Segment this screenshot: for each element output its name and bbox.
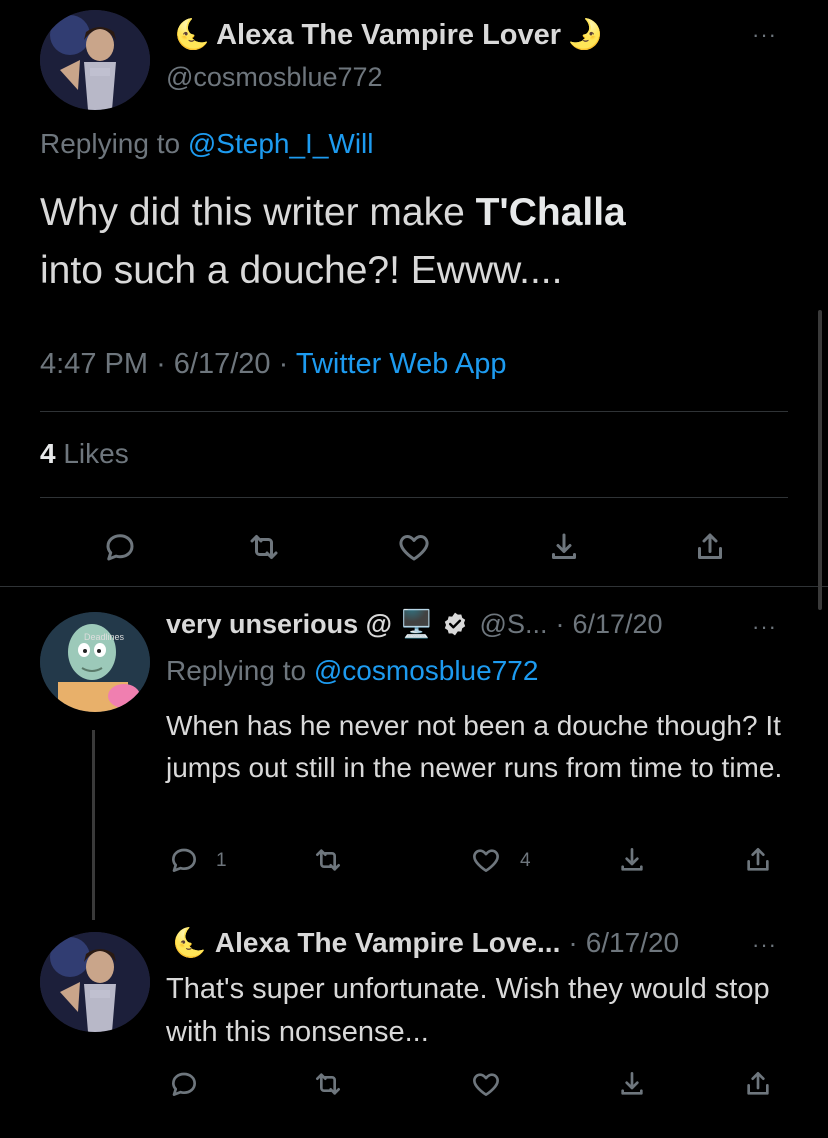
replying-to-label: Replying to (40, 128, 181, 159)
like-count: 4 (520, 850, 531, 871)
author-name-text: Alexa The Vampire Lover (216, 18, 562, 51)
author-name[interactable]: 🌜 Alexa The Vampire Lover 🌛 (174, 18, 603, 52)
tweet-date[interactable]: 6/17/20 (174, 348, 271, 380)
author-name[interactable]: very unserious @ 🖥️ @S... · 6/17/20 (166, 608, 663, 640)
divider (40, 497, 788, 498)
likes-label: Likes (63, 438, 129, 469)
verified-icon (442, 611, 468, 637)
tweet-text-part1: Why did this writer make (40, 191, 476, 234)
avatar-label: Deadlines (84, 632, 125, 642)
replying-to: Replying to @Steph_I_Will (40, 128, 373, 160)
retweet-icon[interactable] (310, 1066, 346, 1102)
tweet-date[interactable]: 6/17/20 (572, 609, 662, 640)
tweet-time[interactable]: 4:47 PM (40, 348, 148, 380)
more-icon[interactable]: ··· (752, 22, 777, 48)
reply-icon[interactable] (166, 842, 202, 878)
author-name-text: very unserious @ (166, 608, 392, 639)
more-icon[interactable]: ··· (752, 614, 777, 640)
meta-separator: · (568, 926, 578, 958)
tweet-date[interactable]: 6/17/20 (586, 927, 679, 959)
divider (40, 411, 788, 412)
share-icon[interactable] (690, 527, 730, 567)
divider (0, 586, 828, 587)
tweet-meta: 4:47 PM · 6/17/20 · Twitter Web App (40, 348, 506, 381)
crescent-moon-icon: 🌜 (174, 19, 211, 51)
bookmark-icon[interactable] (614, 842, 650, 878)
avatar[interactable] (40, 932, 150, 1032)
bookmark-icon[interactable] (614, 1066, 650, 1102)
replying-to: Replying to @cosmosblue772 (166, 655, 538, 687)
tweet-source[interactable]: Twitter Web App (296, 348, 507, 380)
share-icon[interactable] (740, 842, 776, 878)
tweet-text: Why did this writer make T'Challa into s… (40, 184, 800, 300)
avatar[interactable] (40, 612, 150, 712)
share-icon[interactable] (740, 1066, 776, 1102)
reply-text: When has he never not been a douche thou… (166, 710, 783, 783)
avatar[interactable] (40, 10, 150, 110)
retweet-icon[interactable] (310, 842, 346, 878)
tweet-text-bold[interactable]: T'Challa (476, 191, 626, 234)
reply-icon[interactable] (100, 527, 140, 567)
tweet-text-part2: into such a douche?! Ewww.... (40, 249, 563, 292)
thread-line (92, 730, 95, 920)
like-icon[interactable] (468, 842, 504, 878)
author-handle[interactable]: @S... (480, 609, 548, 640)
author-handle[interactable]: @cosmosblue772 (166, 62, 383, 93)
author-name[interactable]: 🌜 Alexa The Vampire Love... · 6/17/20 (172, 926, 679, 959)
like-icon[interactable] (394, 527, 434, 567)
author-name-text: Alexa The Vampire Love... (214, 926, 561, 958)
likes-count: 4 (40, 438, 56, 469)
replying-to-link[interactable]: @cosmosblue772 (314, 655, 539, 686)
more-icon[interactable]: ··· (752, 932, 777, 958)
scrollbar[interactable] (818, 310, 822, 610)
meta-separator: · (156, 348, 166, 380)
desktop-computer-icon: 🖥️ (399, 609, 434, 639)
reply-count: 1 (216, 850, 227, 871)
bookmark-icon[interactable] (544, 527, 584, 567)
crescent-moon-icon: 🌜 (172, 927, 207, 958)
retweet-icon[interactable] (244, 527, 284, 567)
replying-to-label: Replying to (166, 655, 307, 686)
likes-stat[interactable]: 4 Likes (40, 438, 129, 470)
meta-separator: · (555, 608, 565, 639)
reply-text: That's super unfortunate. Wish they woul… (166, 973, 770, 1048)
replying-to-link[interactable]: @Steph_I_Will (188, 128, 374, 159)
reply-icon[interactable] (166, 1066, 202, 1102)
meta-separator: · (278, 348, 289, 380)
crescent-moon-icon: 🌛 (567, 19, 604, 51)
like-icon[interactable] (468, 1066, 504, 1102)
